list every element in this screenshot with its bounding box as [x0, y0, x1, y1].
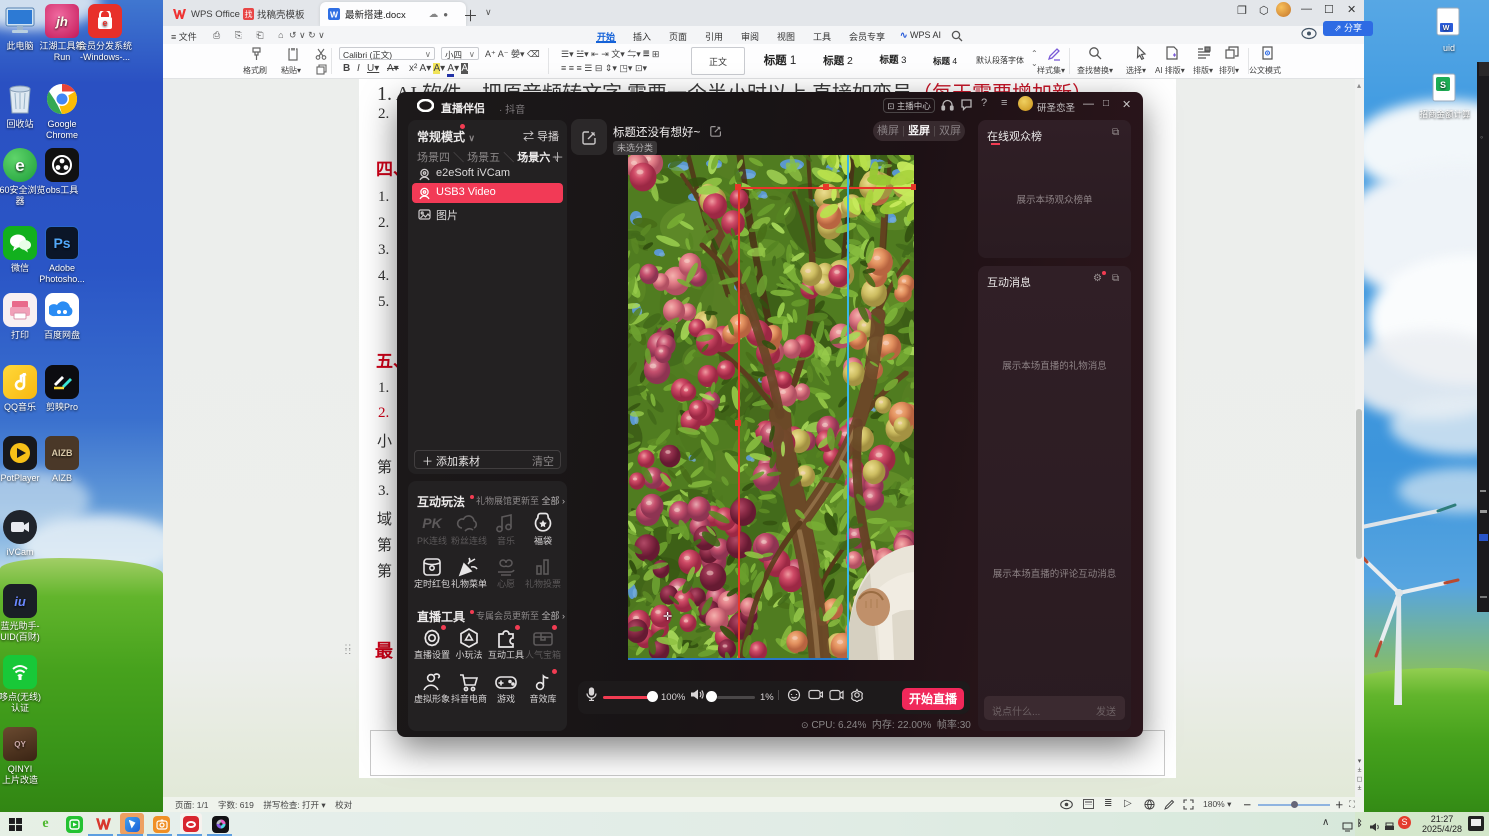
svg-text:找: 找 [245, 9, 253, 19]
svg-text:S: S [1440, 80, 1446, 90]
svg-text:W: W [1443, 25, 1450, 32]
svg-text:W: W [330, 10, 339, 20]
svg-text:e: e [102, 18, 107, 28]
